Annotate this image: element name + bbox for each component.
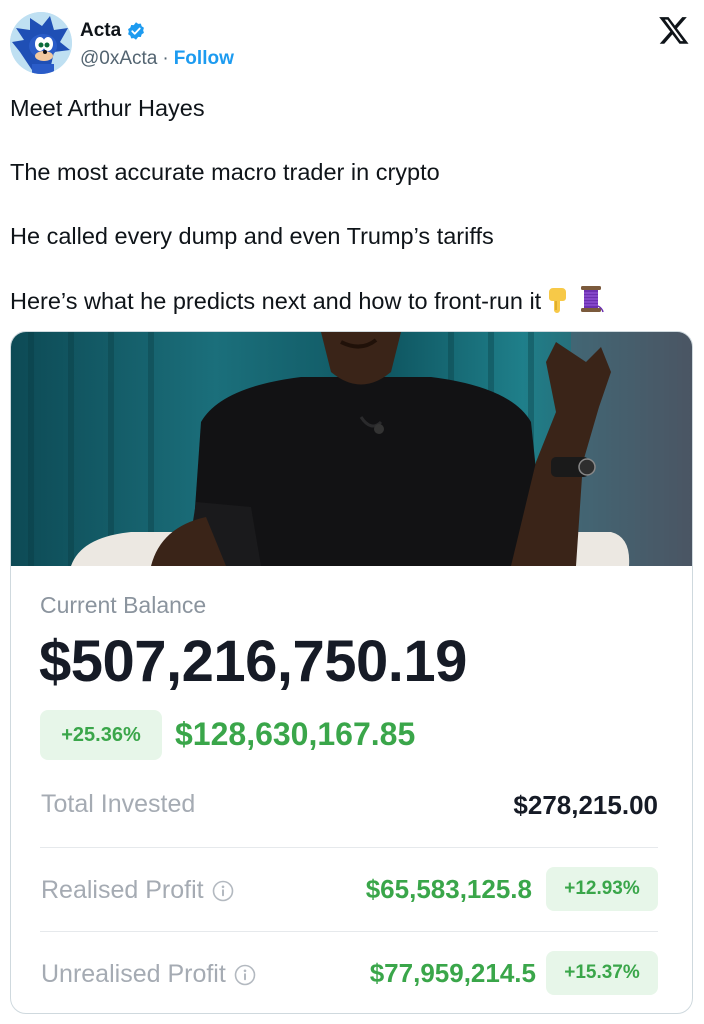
info-icon[interactable]: [212, 880, 234, 902]
follow-button[interactable]: Follow: [174, 48, 234, 70]
handle[interactable]: @0xActa: [80, 48, 157, 70]
total-invested-row: Total Invested $278,215.00: [40, 764, 658, 848]
portfolio-card[interactable]: Current Balance $507,216,750.19 +25.36% …: [10, 331, 693, 1014]
realised-profit-label: Realised Profit: [41, 876, 234, 905]
unrealised-profit-row: Unrealised Profit $77,959,214.5 +15.37%: [40, 932, 658, 1013]
tweet-text: Meet Arthur Hayes The most accurate macr…: [10, 92, 694, 316]
tweet-line: He called every dump and even Trump’s ta…: [10, 223, 494, 249]
info-icon[interactable]: [234, 964, 256, 986]
handle-row: @0xActa · Follow: [80, 48, 234, 70]
sonic-avatar-icon: [10, 12, 72, 74]
separator: ·: [162, 48, 169, 69]
tweet-line: The most accurate macro trader in crypto: [10, 159, 440, 185]
name-row: Acta: [80, 19, 146, 43]
total-gain-amount: $128,630,167.85: [175, 716, 416, 752]
realised-profit-label-text: Realised Profit: [41, 876, 204, 904]
total-gain-percent-badge: +25.36%: [40, 710, 162, 760]
tweet-line-with-emoji: Here’s what he predicts next and how to …: [10, 284, 694, 316]
realised-profit-value: $65,583,125.8: [365, 874, 532, 904]
emoji-group: [547, 284, 605, 322]
total-invested-label: Total Invested: [41, 790, 195, 819]
unrealised-profit-label-text: Unrealised Profit: [41, 960, 226, 988]
total-invested-label-text: Total Invested: [41, 790, 196, 818]
pointing-down-hand-and-thread-icon: [549, 286, 604, 313]
realised-profit-percent-badge: +12.93%: [546, 867, 658, 911]
x-logo-icon[interactable]: [658, 14, 690, 46]
current-balance-value: $507,216,750.19: [39, 629, 467, 694]
tweet-header: Acta @0xActa · Follow: [0, 0, 704, 88]
verified-badge-icon: [128, 22, 145, 40]
current-balance-label: Current Balance: [40, 592, 207, 618]
realised-profit-row: Realised Profit $65,583,125.8 +12.93%: [40, 848, 658, 932]
tweet-line: Meet Arthur Hayes: [10, 95, 205, 121]
unrealised-profit-label: Unrealised Profit: [41, 960, 256, 989]
display-name[interactable]: Acta: [80, 20, 121, 42]
speaker-photo: [11, 332, 692, 566]
tweet-line-text: Here’s what he predicts next and how to …: [10, 288, 542, 314]
total-invested-value: $278,215.00: [513, 790, 658, 820]
avatar[interactable]: [10, 12, 72, 74]
unrealised-profit-percent-badge: +15.37%: [546, 951, 658, 995]
unrealised-profit-value: $77,959,214.5: [369, 958, 536, 988]
